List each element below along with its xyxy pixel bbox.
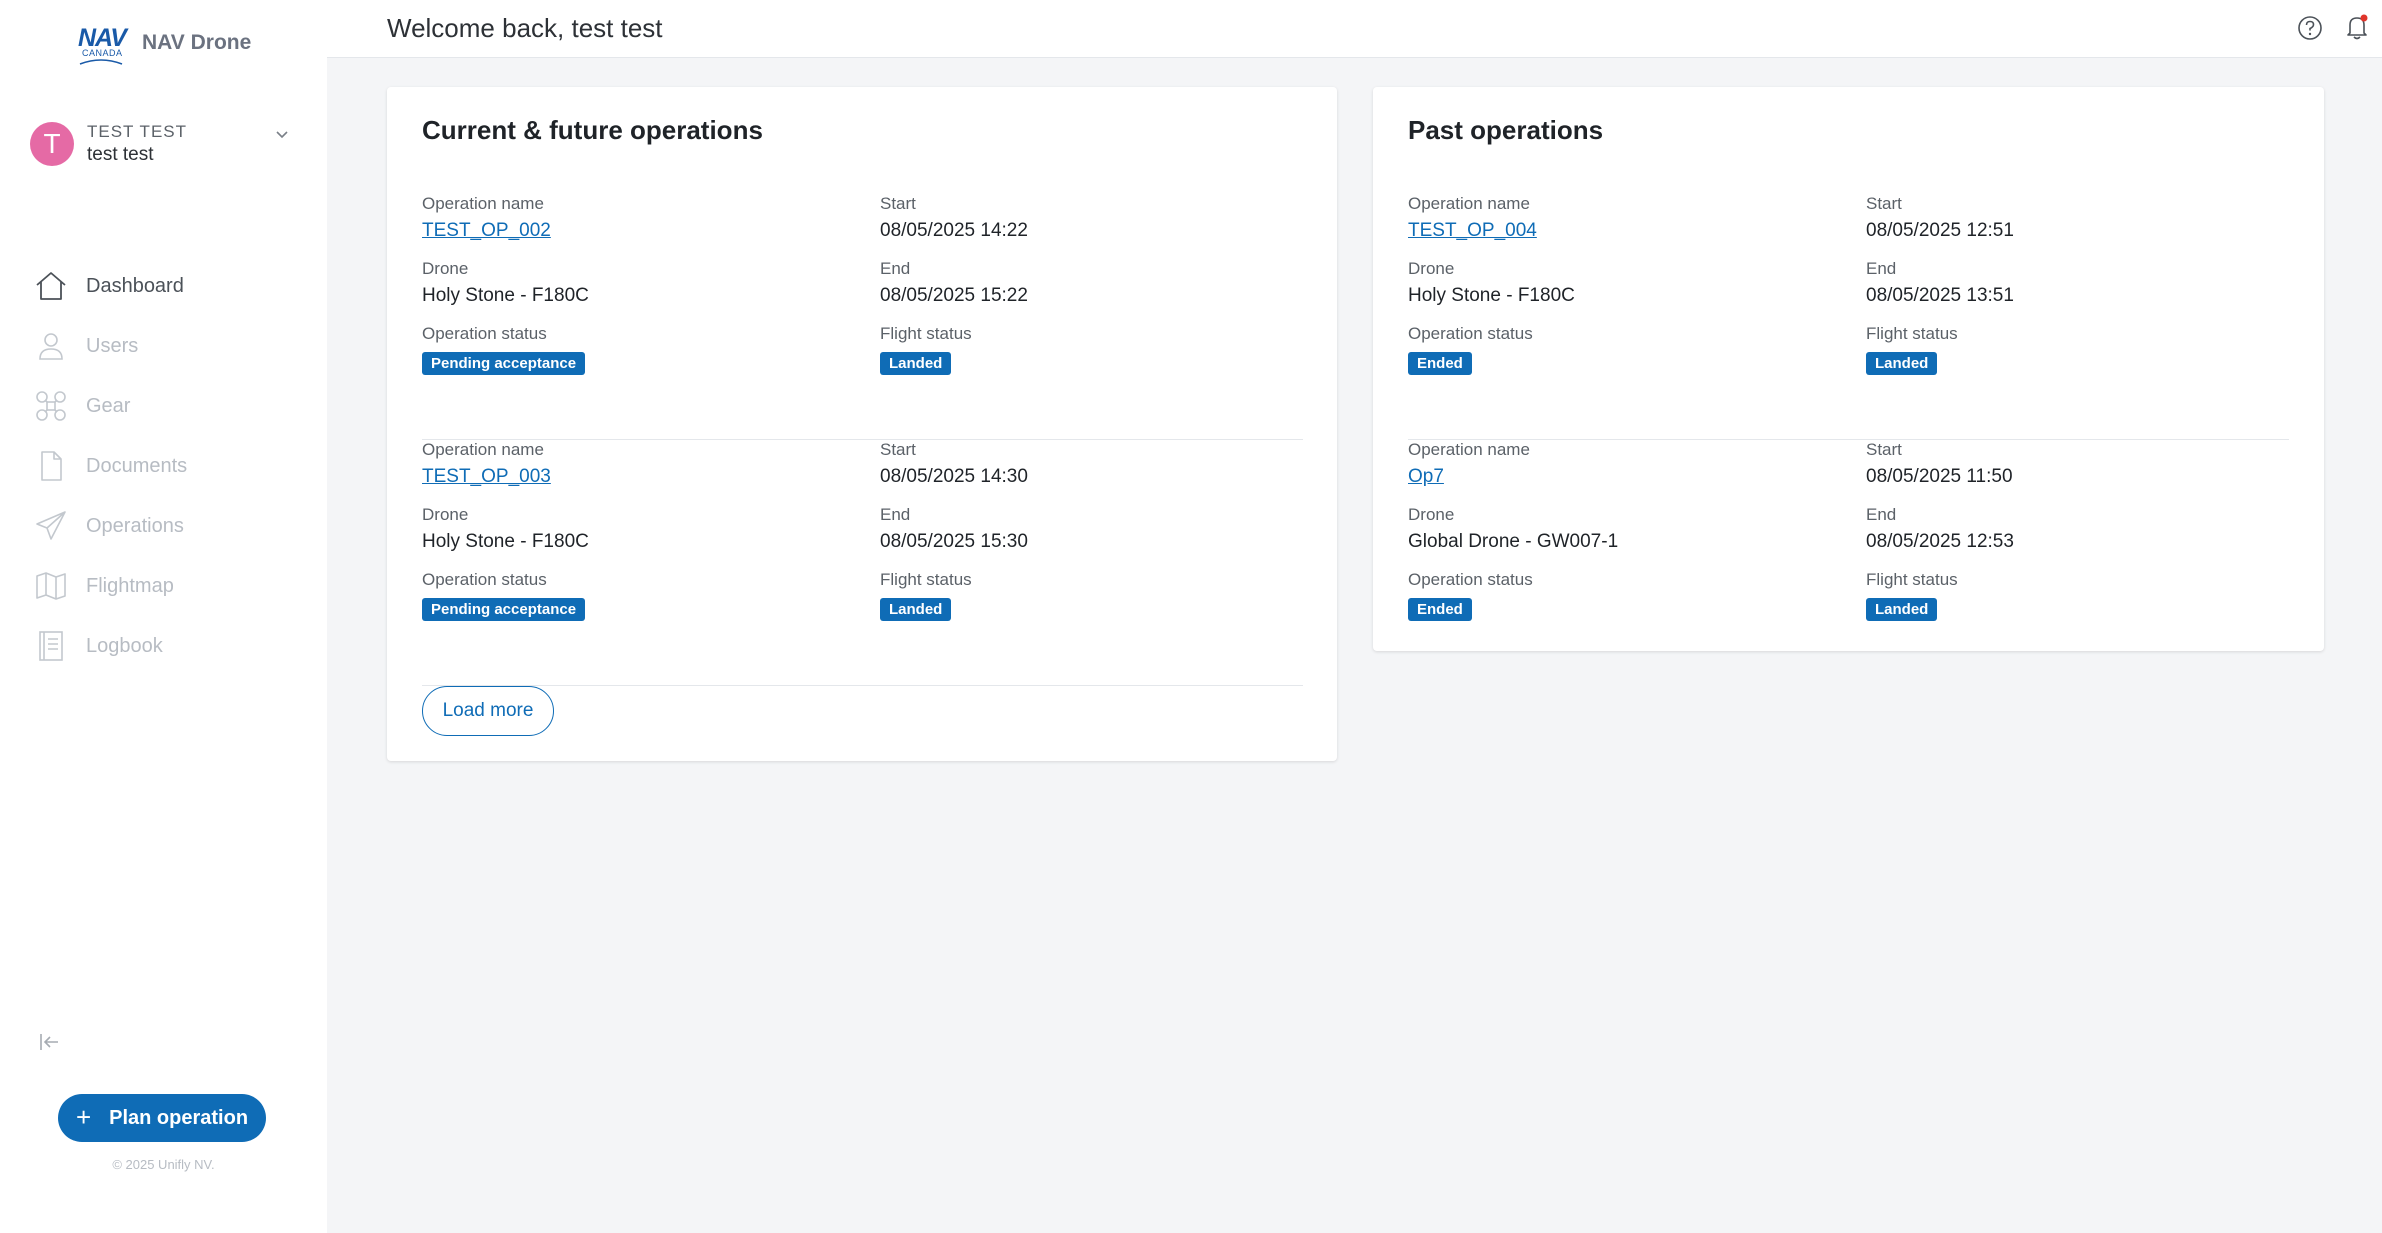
nav-item-documents[interactable]: Documents (34, 436, 187, 496)
end-label: End (880, 505, 911, 524)
end-label: End (1866, 505, 1897, 524)
nav-label: Logbook (86, 634, 163, 657)
nav-item-users[interactable]: Users (34, 316, 187, 376)
load-more-button[interactable]: Load more (422, 686, 554, 736)
operation-status-label: Operation status (1408, 570, 1533, 589)
plan-operation-label: Plan operation (109, 1106, 249, 1129)
nav-item-logbook[interactable]: Logbook (34, 616, 187, 676)
flight-status-label: Flight status (880, 570, 972, 589)
flight-status-label: Flight status (880, 324, 972, 343)
start-value: 08/05/2025 11:50 (1866, 466, 2013, 487)
card-title: Current & future operations (422, 115, 763, 145)
nav-item-operations[interactable]: Operations (34, 496, 187, 556)
operation-name-label: Operation name (422, 440, 544, 459)
chevron-down-icon[interactable] (272, 125, 292, 145)
nav-item-dashboard[interactable]: Dashboard (34, 256, 187, 316)
drone-value: Global Drone - GW007-1 (1408, 531, 1619, 552)
end-label: End (1866, 259, 1897, 278)
operation-status-badge: Ended (1408, 598, 1472, 621)
start-value: 08/05/2025 14:22 (880, 220, 1028, 241)
drone-label: Drone (1408, 505, 1455, 524)
user-icon (39, 333, 63, 360)
flight-status-badge: Landed (1866, 598, 1938, 621)
end-value: 08/05/2025 13:51 (1866, 285, 2014, 306)
start-value: 08/05/2025 14:30 (880, 466, 1028, 487)
nav-canada-logo: NAV CANADA (78, 24, 128, 66)
start-label: Start (880, 194, 916, 213)
nav-item-flightmap[interactable]: Flightmap (34, 556, 187, 616)
operation-name-label: Operation name (1408, 440, 1530, 459)
logbook-icon (39, 631, 63, 661)
plus-icon: + (75, 1101, 92, 1132)
flight-status-label: Flight status (1866, 324, 1958, 343)
operation-status-badge: Ended (1408, 352, 1472, 375)
brand[interactable]: NAV CANADA NAV Drone (78, 24, 251, 66)
operation-item: Operation name TEST_OP_002 Drone Holy Ston… (422, 194, 1303, 440)
current-operations-card: Current & future operations Operation na… (387, 87, 1337, 761)
operation-item: Operation name TEST_OP_004 Drone Holy Ston… (1408, 194, 2289, 440)
operation-name-link[interactable]: Op7 (1408, 466, 1444, 488)
drone-value: Holy Stone - F180C (422, 531, 589, 552)
card-title: Past operations (1408, 115, 1604, 145)
operation-item: Operation name TEST_OP_003 Drone Holy Ston… (422, 440, 1303, 686)
end-label: End (880, 259, 911, 278)
drone-label: Drone (1408, 259, 1455, 278)
nav-label: Dashboard (86, 274, 184, 297)
operation-status-badge: Pending acceptance (422, 598, 586, 621)
home-icon (36, 272, 66, 300)
paper-plane-icon (36, 511, 66, 540)
operation-name-link[interactable]: TEST_OP_004 (1408, 220, 1537, 242)
avatar: T (30, 122, 74, 166)
copyright: © 2025 Unifly NV. (112, 1157, 215, 1172)
nav-label: Gear (86, 394, 131, 417)
main-nav: Dashboard Users Gear Documents Operation… (34, 256, 187, 676)
brand-name: NAV Drone (142, 31, 252, 54)
flight-status-label: Flight status (1866, 570, 1958, 589)
drone-value: Holy Stone - F180C (1408, 285, 1575, 306)
top-header: Welcome back, test test (327, 0, 2382, 58)
operation-status-badge: Pending acceptance (422, 352, 586, 375)
document-icon (41, 451, 62, 481)
operation-name-link[interactable]: TEST_OP_003 (422, 466, 551, 488)
nav-label: Documents (86, 454, 188, 477)
operation-name-link[interactable]: TEST_OP_002 (422, 220, 551, 242)
user-display-upper: TEST TEST (87, 122, 188, 141)
nav-label: Flightmap (86, 574, 174, 597)
end-value: 08/05/2025 12:53 (1866, 531, 2014, 552)
page-title: Welcome back, test test (387, 13, 663, 43)
bell-icon[interactable] (2342, 12, 2372, 42)
operation-status-label: Operation status (422, 570, 547, 589)
nav-label: Users (86, 334, 139, 357)
nav-label: Operations (86, 514, 184, 537)
plan-operation-button[interactable]: + Plan operation (58, 1094, 266, 1142)
operation-name-label: Operation name (1408, 194, 1530, 213)
flight-status-badge: Landed (880, 352, 952, 375)
start-label: Start (880, 440, 916, 459)
operation-name-label: Operation name (422, 194, 544, 213)
user-menu[interactable]: T TEST TEST test test (30, 122, 292, 166)
end-value: 08/05/2025 15:22 (880, 285, 1028, 306)
operation-status-label: Operation status (422, 324, 547, 343)
past-operations-card: Past operations Operation name TEST_OP_00… (1373, 87, 2324, 651)
user-display-name: test test (87, 144, 154, 165)
start-label: Start (1866, 194, 1902, 213)
nav-item-gear[interactable]: Gear (34, 376, 187, 436)
start-value: 08/05/2025 12:51 (1866, 220, 2014, 241)
flight-status-badge: Landed (1866, 352, 1938, 375)
start-label: Start (1866, 440, 1902, 459)
drone-icon (36, 391, 66, 421)
sidebar: NAV CANADA NAV Drone T TEST TEST test te… (0, 0, 327, 1233)
notification-dot (2360, 14, 2368, 22)
operation-item: Operation name Op7 Drone Global Drone - GW… (1408, 440, 2289, 686)
collapse-sidebar-icon[interactable] (38, 1030, 62, 1054)
map-icon (36, 572, 66, 600)
flight-status-badge: Landed (880, 598, 952, 621)
end-value: 08/05/2025 15:30 (880, 531, 1028, 552)
operation-status-label: Operation status (1408, 324, 1533, 343)
help-icon[interactable] (2296, 14, 2324, 42)
drone-value: Holy Stone - F180C (422, 285, 589, 306)
drone-label: Drone (422, 259, 469, 278)
drone-label: Drone (422, 505, 469, 524)
